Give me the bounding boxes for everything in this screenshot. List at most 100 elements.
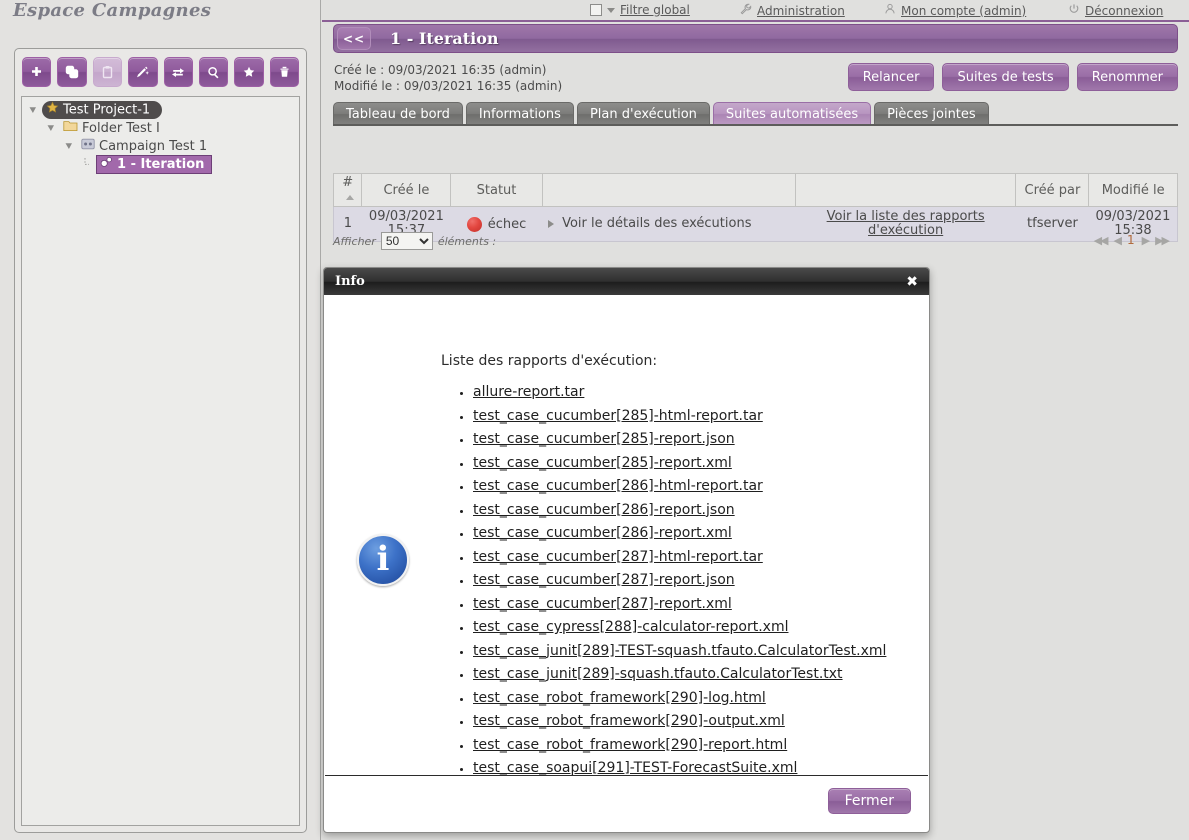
column-created-on[interactable]: Créé le	[361, 173, 452, 207]
tab-automated-suites[interactable]: Suites automatisées	[712, 102, 872, 125]
tree-node-folder-test-i[interactable]: Folder Test I	[24, 119, 299, 137]
table-header-row: # Créé le Statut Créé par Modifié le	[332, 173, 1178, 207]
account-link[interactable]: Mon compte (admin)	[901, 4, 1026, 18]
report-link[interactable]: test_case_cucumber[286]-report.json	[473, 502, 735, 518]
elements-label: éléments :	[437, 234, 497, 248]
column-created-by[interactable]: Créé par	[1015, 173, 1090, 207]
tree-node-label[interactable]: Campaign Test 1	[78, 138, 215, 155]
list-item[interactable]: test_case_cucumber[285]-report.xml	[473, 452, 912, 476]
list-item[interactable]: test_case_cucumber[286]-html-report.tar	[473, 475, 912, 499]
search-button[interactable]	[198, 57, 229, 87]
project-tree[interactable]: Test Project-1 Folder Test I Campaign Te…	[21, 96, 300, 826]
iteration-icon	[100, 156, 113, 173]
favorite-button[interactable]	[234, 57, 264, 87]
report-link[interactable]: test_case_cypress[288]-calculator-report…	[473, 619, 788, 635]
rename-button[interactable]	[128, 57, 158, 87]
tree-node-label[interactable]: Folder Test I	[60, 120, 168, 137]
report-link[interactable]: test_case_cucumber[287]-html-report.tar	[473, 549, 763, 565]
first-page-icon[interactable]: ◀◀	[1094, 234, 1109, 247]
report-link[interactable]: test_case_soapui[291]-TEST-ForecastSuite…	[473, 760, 797, 775]
report-link[interactable]: test_case_robot_framework[290]-log.html	[473, 690, 766, 706]
report-link[interactable]: test_case_cucumber[286]-html-report.tar	[473, 478, 763, 494]
current-page-number: 1	[1126, 233, 1135, 247]
expand-triangle-icon[interactable]	[548, 220, 555, 228]
dialog-header: Info ✖	[324, 268, 929, 295]
list-item[interactable]: test_case_cypress[288]-calculator-report…	[473, 616, 912, 640]
folder-icon	[63, 120, 78, 137]
column-status[interactable]: Statut	[450, 173, 543, 207]
list-item[interactable]: allure-report.tar	[473, 381, 912, 405]
logout-link[interactable]: Déconnexion	[1085, 4, 1163, 18]
list-item[interactable]: test_case_soapui[291]-TEST-ForecastSuite…	[473, 757, 912, 775]
execution-details-label[interactable]: Voir le détails des exécutions	[562, 217, 751, 231]
report-link[interactable]: test_case_cucumber[287]-report.json	[473, 572, 735, 588]
tree-node-label[interactable]: 1 - Iteration	[96, 154, 213, 174]
report-link[interactable]: test_case_cucumber[286]-report.xml	[473, 525, 732, 541]
list-item[interactable]: test_case_robot_framework[290]-output.xm…	[473, 710, 912, 734]
expander-expanded-icon[interactable]	[42, 121, 60, 136]
report-link[interactable]: test_case_cucumber[285]-report.xml	[473, 455, 732, 471]
administration-nav[interactable]: Administration	[740, 3, 845, 18]
tree-node-campaign-test-1[interactable]: Campaign Test 1	[24, 137, 299, 155]
user-icon	[884, 3, 896, 18]
expander-leaf-icon	[78, 157, 96, 172]
list-item[interactable]: test_case_cucumber[287]-html-report.tar	[473, 546, 912, 570]
relaunch-button[interactable]: Relancer	[847, 63, 935, 91]
top-navigation: Filtre global Administration Mon compte …	[322, 0, 1189, 21]
status-badge: échec	[487, 216, 527, 232]
account-nav[interactable]: Mon compte (admin)	[884, 3, 1026, 18]
list-item[interactable]: test_case_cucumber[287]-report.xml	[473, 593, 912, 617]
expander-expanded-icon[interactable]	[24, 103, 42, 118]
delete-button[interactable]	[269, 57, 299, 87]
created-value: 09/03/2021 16:35 (admin)	[388, 63, 547, 77]
tab-informations[interactable]: Informations	[465, 102, 574, 125]
add-button[interactable]	[22, 57, 52, 87]
report-link[interactable]: test_case_cucumber[285]-report.json	[473, 431, 735, 447]
workspace-title: Espace Campagnes	[13, 0, 212, 21]
report-link[interactable]: test_case_robot_framework[290]-report.ht…	[473, 737, 787, 753]
created-line: Créé le : 09/03/2021 16:35 (admin)	[334, 62, 562, 78]
last-page-icon[interactable]: ▶▶	[1155, 234, 1170, 247]
tab-execution-plan[interactable]: Plan d'exécution	[576, 102, 710, 125]
list-item[interactable]: test_case_cucumber[286]-report.xml	[473, 522, 912, 546]
list-item[interactable]: test_case_junit[289]-TEST-squash.tfauto.…	[473, 640, 912, 664]
report-link[interactable]: allure-report.tar	[473, 384, 584, 400]
logout-nav[interactable]: Déconnexion	[1068, 3, 1163, 18]
column-modified-on[interactable]: Modifié le	[1088, 173, 1178, 207]
list-item[interactable]: test_case_cucumber[285]-html-report.tar	[473, 405, 912, 429]
copy-button[interactable]	[57, 57, 87, 87]
list-item[interactable]: test_case_cucumber[287]-report.json	[473, 569, 912, 593]
list-item[interactable]: test_case_robot_framework[290]-log.html	[473, 687, 912, 711]
report-link[interactable]: test_case_robot_framework[290]-output.xm…	[473, 713, 785, 729]
list-item[interactable]: test_case_cucumber[286]-report.json	[473, 499, 912, 523]
close-icon[interactable]: ✖	[906, 275, 918, 289]
column-id[interactable]: #	[332, 173, 363, 207]
report-link[interactable]: test_case_junit[289]-squash.tfauto.Calcu…	[473, 666, 843, 682]
tree-node-test-project-1[interactable]: Test Project-1	[24, 101, 299, 119]
tree-node-label[interactable]: Test Project-1	[42, 101, 163, 119]
rename-button[interactable]: Renommer	[1076, 63, 1178, 91]
report-link[interactable]: test_case_cucumber[287]-report.xml	[473, 596, 732, 612]
administration-link[interactable]: Administration	[757, 4, 845, 18]
test-suites-button[interactable]: Suites de tests	[942, 63, 1069, 91]
close-dialog-button[interactable]: Fermer	[827, 788, 911, 814]
tree-node-1-iteration[interactable]: 1 - Iteration	[24, 154, 299, 174]
report-link[interactable]: test_case_cucumber[285]-html-report.tar	[473, 408, 763, 424]
tab-attachments[interactable]: Pièces jointes	[874, 102, 989, 125]
back-button[interactable]: <<	[337, 27, 371, 50]
filter-global-nav[interactable]: Filtre global	[590, 3, 690, 17]
chevron-down-icon[interactable]	[607, 7, 615, 13]
next-page-icon[interactable]: ▶	[1142, 234, 1151, 247]
list-item[interactable]: test_case_cucumber[285]-report.json	[473, 428, 912, 452]
report-link[interactable]: test_case_junit[289]-TEST-squash.tfauto.…	[473, 643, 886, 659]
expander-expanded-icon[interactable]	[60, 139, 78, 154]
list-item[interactable]: test_case_junit[289]-squash.tfauto.Calcu…	[473, 663, 912, 687]
move-button[interactable]	[163, 57, 193, 87]
previous-page-icon[interactable]: ◀	[1114, 234, 1123, 247]
page-size-select[interactable]: 50	[380, 232, 433, 250]
filter-global-link[interactable]: Filtre global	[620, 3, 690, 17]
filter-global-checkbox[interactable]	[590, 4, 602, 16]
pager-page-size: Afficher 50 éléments :	[333, 232, 496, 250]
list-item[interactable]: test_case_robot_framework[290]-report.ht…	[473, 734, 912, 758]
tab-dashboard[interactable]: Tableau de bord	[333, 102, 463, 125]
